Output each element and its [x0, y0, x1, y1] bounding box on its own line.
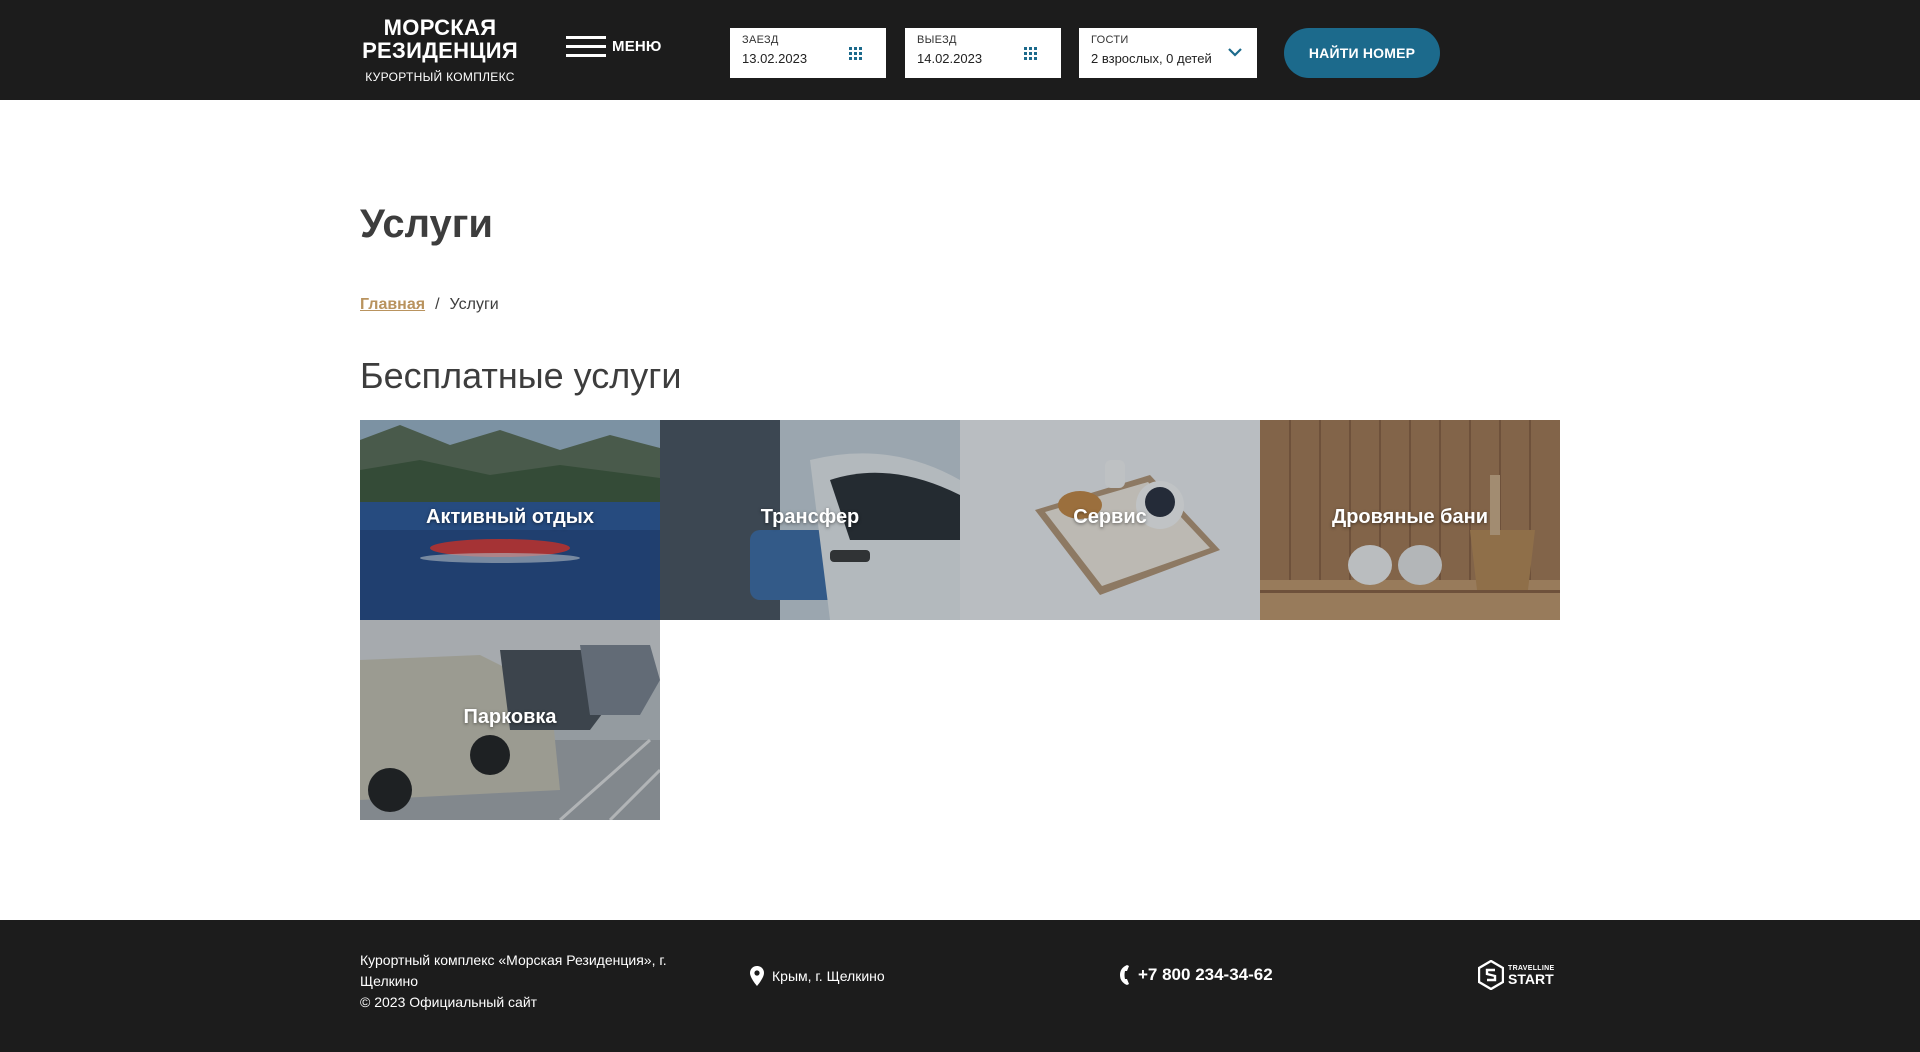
menu-label: МЕНЮ: [612, 38, 662, 55]
guests-label: ГОСТИ: [1091, 34, 1129, 46]
service-tile-transfer[interactable]: Трансфер: [660, 420, 960, 620]
footer-company-name: Курортный комплекс «Морская Резиденция»,…: [360, 952, 667, 989]
page-title: Услуги: [360, 202, 493, 246]
guests-value: 2 взрослых, 0 детей: [1091, 51, 1212, 66]
logo-line-1: МОРСКАЯ: [383, 15, 497, 40]
checkout-label: ВЫЕЗД: [917, 34, 957, 46]
breadcrumb-home-link[interactable]: Главная: [360, 296, 425, 314]
site-logo[interactable]: МОРСКАЯ РЕЗИДЕНЦИЯ КУРОРТНЫЙ КОМПЛЕКС: [360, 16, 520, 84]
service-tile-parking[interactable]: Парковка: [360, 620, 660, 820]
travelline-logo[interactable]: TRAVELLINE START: [1478, 960, 1554, 990]
footer-company-info: Курортный комплекс «Морская Резиденция»,…: [360, 950, 690, 1013]
logo-subtitle: КУРОРТНЫЙ КОМПЛЕКС: [365, 70, 515, 84]
footer-address: Крым, г. Щелкино: [750, 966, 885, 986]
site-footer: Курортный комплекс «Морская Резиденция»,…: [0, 920, 1920, 1052]
travelline-s-icon: [1478, 960, 1504, 990]
find-room-button[interactable]: НАЙТИ НОМЕР: [1284, 28, 1440, 78]
service-label: Дровяные бани: [1331, 506, 1489, 528]
service-tile-wood-sauna[interactable]: Дровяные бани: [1260, 420, 1560, 620]
breadcrumb-separator: /: [435, 296, 440, 313]
travelline-big-text: START: [1508, 970, 1554, 987]
service-label: Активный отдых: [426, 506, 594, 528]
footer-phone-link[interactable]: +7 800 234-34-62: [1120, 965, 1273, 985]
footer-phone-text: +7 800 234-34-62: [1138, 965, 1273, 984]
breadcrumb-current: Услуги: [449, 296, 499, 313]
checkin-date-field[interactable]: ЗАЕЗД 13.02.2023: [730, 28, 886, 78]
checkout-date-field[interactable]: ВЫЕЗД 14.02.2023: [905, 28, 1061, 78]
hamburger-icon: [566, 36, 606, 57]
phone-icon: [1120, 965, 1129, 985]
footer-copyright: © 2023 Официальный сайт: [360, 994, 538, 1010]
menu-button[interactable]: МЕНЮ: [566, 36, 662, 57]
calendar-icon[interactable]: [1023, 46, 1039, 62]
service-label: Парковка: [463, 706, 557, 728]
breadcrumb: Главная / Услуги: [360, 296, 499, 314]
location-pin-icon: [750, 966, 764, 986]
service-tile-service[interactable]: Сервис: [960, 420, 1260, 620]
section-title: Бесплатные услуги: [360, 355, 682, 396]
service-label: Сервис: [1073, 506, 1147, 528]
site-header: МОРСКАЯ РЕЗИДЕНЦИЯ КУРОРТНЫЙ КОМПЛЕКС МЕ…: [0, 0, 1920, 100]
calendar-icon[interactable]: [848, 46, 864, 62]
guests-select[interactable]: ГОСТИ 2 взрослых, 0 детей: [1079, 28, 1257, 78]
checkin-label: ЗАЕЗД: [742, 34, 779, 46]
chevron-down-icon: [1228, 48, 1242, 57]
footer-address-text: Крым, г. Щелкино: [772, 968, 885, 984]
service-tile-active-leisure[interactable]: Активный отдых: [360, 420, 660, 620]
service-label: Трансфер: [760, 506, 860, 528]
logo-line-2: РЕЗИДЕНЦИЯ: [362, 38, 518, 63]
